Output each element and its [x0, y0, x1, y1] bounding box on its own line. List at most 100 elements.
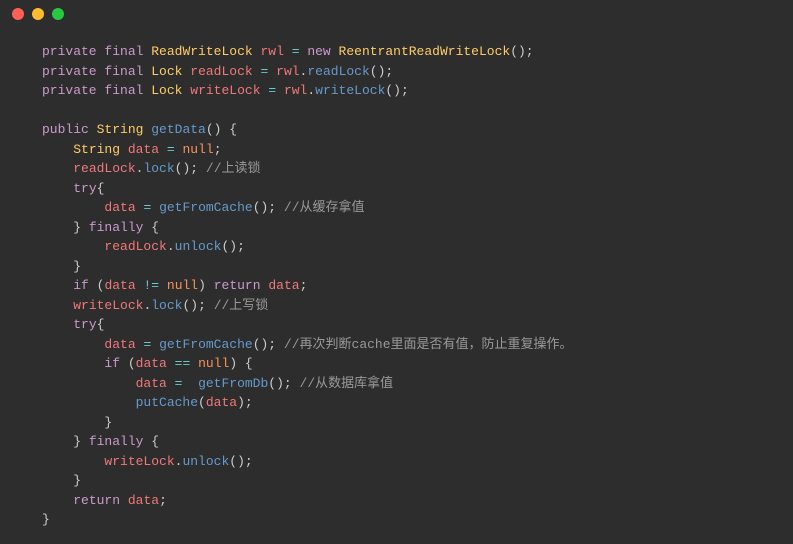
- operator: =: [261, 64, 269, 79]
- punct: ();: [182, 298, 213, 313]
- method: unlock: [175, 239, 222, 254]
- punct: .: [307, 83, 315, 98]
- comment: //从数据库拿值: [300, 376, 394, 391]
- punct: () {: [206, 122, 237, 137]
- keyword: final: [104, 83, 143, 98]
- keyword: return: [214, 278, 261, 293]
- code-window: private final ReadWriteLock rwl = new Re…: [0, 0, 793, 511]
- comment: //再次判断cache里面是否有值，防止重复操作。: [284, 337, 573, 352]
- identifier: rwl: [284, 83, 307, 98]
- keyword: final: [104, 64, 143, 79]
- identifier: data: [136, 356, 167, 371]
- punct: ();: [175, 161, 206, 176]
- identifier: data: [136, 376, 167, 391]
- operator: =: [175, 376, 183, 391]
- keyword: finally: [89, 220, 144, 235]
- keyword: try: [73, 181, 96, 196]
- comment: //上读锁: [206, 161, 261, 176]
- operator: !=: [143, 278, 159, 293]
- punct: .: [167, 239, 175, 254]
- identifier: readLock: [104, 239, 166, 254]
- operator: =: [292, 44, 300, 59]
- identifier: writeLock: [73, 298, 143, 313]
- keyword: final: [104, 44, 143, 59]
- punct: {: [97, 181, 105, 196]
- punct: (: [198, 395, 206, 410]
- punct: ): [198, 278, 214, 293]
- comment: //上写锁: [214, 298, 269, 313]
- null-literal: null: [167, 278, 198, 293]
- punct: ;: [159, 493, 167, 508]
- type: String: [97, 122, 144, 137]
- punct: ();: [385, 83, 408, 98]
- keyword: new: [307, 44, 330, 59]
- window-titlebar: [0, 0, 793, 28]
- identifier: readLock: [190, 64, 252, 79]
- code-content: private final ReadWriteLock rwl = new Re…: [0, 28, 793, 544]
- keyword: finally: [89, 434, 144, 449]
- method: writeLock: [315, 83, 385, 98]
- minimize-icon[interactable]: [32, 8, 44, 20]
- punct: ;: [300, 278, 308, 293]
- identifier: writeLock: [190, 83, 260, 98]
- keyword: if: [104, 356, 120, 371]
- identifier: data: [104, 337, 135, 352]
- method: getFromCache: [159, 200, 253, 215]
- identifier: data: [104, 278, 135, 293]
- keyword: try: [73, 317, 96, 332]
- comment: //从缓存拿值: [284, 200, 365, 215]
- punct: {: [97, 317, 105, 332]
- keyword: public: [42, 122, 89, 137]
- operator: ==: [175, 356, 191, 371]
- null-literal: null: [183, 142, 214, 157]
- punct: ;: [214, 142, 222, 157]
- method: unlock: [182, 454, 229, 469]
- punct: }: [73, 434, 89, 449]
- identifier: rwl: [276, 64, 299, 79]
- punct: }: [104, 415, 112, 430]
- operator: =: [143, 337, 151, 352]
- operator: =: [167, 142, 175, 157]
- punct: ();: [221, 239, 244, 254]
- method: getFromDb: [198, 376, 268, 391]
- punct: }: [73, 220, 89, 235]
- identifier: writeLock: [104, 454, 174, 469]
- punct: }: [42, 512, 50, 527]
- punct: );: [237, 395, 253, 410]
- operator: =: [143, 200, 151, 215]
- punct: }: [73, 473, 81, 488]
- method: putCache: [136, 395, 198, 410]
- keyword: private: [42, 83, 97, 98]
- method: readLock: [307, 64, 369, 79]
- punct: ) {: [229, 356, 252, 371]
- punct: (: [120, 356, 136, 371]
- identifier: readLock: [73, 161, 135, 176]
- punct: ();: [268, 376, 299, 391]
- constructor: ReentrantReadWriteLock: [339, 44, 511, 59]
- method: lock: [151, 298, 182, 313]
- keyword: return: [73, 493, 120, 508]
- identifier: data: [104, 200, 135, 215]
- punct: }: [73, 259, 81, 274]
- type: String: [73, 142, 120, 157]
- punct: {: [143, 434, 159, 449]
- method: lock: [143, 161, 174, 176]
- identifier: data: [268, 278, 299, 293]
- close-icon[interactable]: [12, 8, 24, 20]
- punct: ();: [229, 454, 252, 469]
- maximize-icon[interactable]: [52, 8, 64, 20]
- punct: ();: [253, 200, 284, 215]
- keyword: private: [42, 44, 97, 59]
- type: Lock: [151, 64, 182, 79]
- punct: ();: [370, 64, 393, 79]
- punct: (: [89, 278, 105, 293]
- operator: =: [268, 83, 276, 98]
- punct: ();: [253, 337, 284, 352]
- punct: {: [143, 220, 159, 235]
- identifier: data: [128, 493, 159, 508]
- keyword: if: [73, 278, 89, 293]
- type: Lock: [151, 83, 182, 98]
- keyword: private: [42, 64, 97, 79]
- punct: ();: [510, 44, 533, 59]
- identifier: rwl: [260, 44, 283, 59]
